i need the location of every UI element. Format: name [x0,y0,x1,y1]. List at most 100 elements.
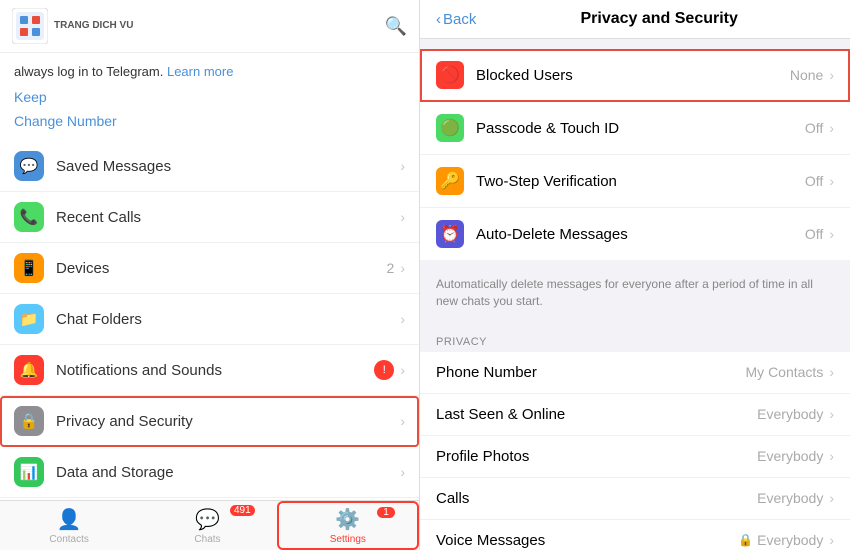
right-item-blocked-users[interactable]: 🚫 Blocked Users None › [420,49,850,102]
saved-messages-label: Saved Messages [56,158,400,175]
chevron-icon: › [400,413,405,429]
blocked-users-value: None [790,67,823,83]
back-label: Back [443,11,476,28]
contacts-nav-icon: 👤 [57,507,82,532]
security-section: 🚫 Blocked Users None › 🟢 Passcode & Touc… [420,49,850,260]
chevron-icon: › [400,260,405,276]
blocked-users-label: Blocked Users [476,67,790,84]
change-number-link[interactable]: Change Number [0,109,419,141]
phone-number-value: My Contacts [746,364,824,380]
nav-container: 👤 Contacts 491 💬 Chats 1 ⚙️ Settings [0,501,419,550]
voice-messages-value: 🔒 Everybody [738,532,823,548]
settings-nav-icon: ⚙️ [335,507,360,532]
privacy-items-list: Phone Number My Contacts › Last Seen & O… [420,352,850,550]
privacy-label: Privacy and Security [56,413,400,430]
auto-delete-icon: ⏰ [436,220,464,248]
auto-delete-value: Off [805,226,823,242]
notifications-icon: 🔔 [14,355,44,385]
privacy-section-header: PRIVACY [420,322,850,352]
two-step-value: Off [805,173,823,189]
chevron-icon: › [829,448,834,464]
back-chevron-icon: ‹ [436,11,441,28]
last-seen-value: Everybody [757,406,823,422]
privacy-item-calls[interactable]: Calls Everybody › [420,478,850,520]
last-seen-label: Last Seen & Online [436,406,757,423]
right-item-auto-delete[interactable]: ⏰ Auto-Delete Messages Off › [420,208,850,260]
chats-nav-label: Chats [194,534,220,545]
chevron-icon: › [400,464,405,480]
passcode-label: Passcode & Touch ID [476,120,805,137]
voice-messages-label: Voice Messages [436,532,738,549]
chevron-icon: › [829,67,834,83]
blocked-users-icon: 🚫 [436,61,464,89]
left-header: TRANG DICH VU 🔍 [0,0,419,53]
chat-folders-icon: 📁 [14,304,44,334]
chevron-icon: › [829,490,834,506]
devices-value: 2 [387,260,395,276]
privacy-section: Phone Number My Contacts › Last Seen & O… [420,352,850,550]
right-header: ‹ Back Privacy and Security [420,0,850,39]
recent-calls-label: Recent Calls [56,209,400,226]
app-logo-icon [12,8,48,44]
menu-item-data-storage[interactable]: 📊 Data and Storage › [0,447,419,498]
data-storage-label: Data and Storage [56,464,400,481]
recent-calls-icon: 📞 [14,202,44,232]
keep-link[interactable]: Keep [0,85,419,109]
menu-item-notifications[interactable]: 🔔 Notifications and Sounds ! › [0,345,419,396]
devices-icon: 📱 [14,253,44,283]
menu-item-appearance[interactable]: 🎨 Appearance › [0,498,419,500]
chevron-icon: › [400,362,405,378]
auto-delete-note: Automatically delete messages for everyo… [420,268,850,322]
devices-label: Devices [56,260,387,277]
right-panel: ‹ Back Privacy and Security 🚫 Blocked Us… [420,0,850,550]
lock-icon: 🔒 [738,533,753,547]
menu-item-devices[interactable]: 📱 Devices 2 › [0,243,419,294]
calls-label: Calls [436,490,757,507]
privacy-item-last-seen[interactable]: Last Seen & Online Everybody › [420,394,850,436]
learn-more-link[interactable]: Learn more [167,64,233,79]
contacts-nav-label: Contacts [49,534,88,545]
nav-item-chats[interactable]: 491 💬 Chats [138,501,276,550]
settings-nav-label: Settings [330,534,366,545]
privacy-item-phone-number[interactable]: Phone Number My Contacts › [420,352,850,394]
menu-item-recent-calls[interactable]: 📞 Recent Calls › [0,192,419,243]
left-content: always log in to Telegram. Learn more Ke… [0,53,419,500]
chevron-icon: › [829,532,834,548]
chevron-icon: › [829,226,834,242]
privacy-icon: 🔒 [14,406,44,436]
chevron-icon: › [400,311,405,327]
chevron-icon: › [400,158,405,174]
chats-nav-icon: 💬 [195,507,220,532]
privacy-item-profile-photos[interactable]: Profile Photos Everybody › [420,436,850,478]
menu-item-saved-messages[interactable]: 💬 Saved Messages › [0,141,419,192]
right-item-two-step[interactable]: 🔑 Two-Step Verification Off › [420,155,850,208]
right-content: 🚫 Blocked Users None › 🟢 Passcode & Touc… [420,39,850,550]
profile-photos-label: Profile Photos [436,448,757,465]
passcode-icon: 🟢 [436,114,464,142]
calls-value: Everybody [757,490,823,506]
top-description: always log in to Telegram. Learn more [0,53,419,85]
profile-photos-value: Everybody [757,448,823,464]
chevron-icon: › [829,364,834,380]
right-item-passcode[interactable]: 🟢 Passcode & Touch ID Off › [420,102,850,155]
back-button[interactable]: ‹ Back [436,11,476,28]
logo-area: TRANG DICH VU [12,8,377,44]
nav-item-settings[interactable]: 1 ⚙️ Settings [277,501,419,550]
passcode-value: Off [805,120,823,136]
notifications-badge: ! [374,360,394,380]
bottom-nav: 👤 Contacts 491 💬 Chats 1 ⚙️ Settings [0,500,419,550]
chat-folders-label: Chat Folders [56,311,400,328]
right-items-list: 🚫 Blocked Users None › 🟢 Passcode & Touc… [420,49,850,260]
phone-number-label: Phone Number [436,364,746,381]
menu-item-privacy[interactable]: 🔒 Privacy and Security › [0,396,419,447]
privacy-item-voice-messages[interactable]: Voice Messages 🔒 Everybody › [420,520,850,550]
nav-item-contacts[interactable]: 👤 Contacts [0,501,138,550]
chats-badge: 491 [230,505,255,516]
right-panel-title: Privacy and Security [484,10,834,28]
two-step-icon: 🔑 [436,167,464,195]
left-panel: TRANG DICH VU 🔍 always log in to Telegra… [0,0,420,550]
chevron-icon: › [829,120,834,136]
search-button[interactable]: 🔍 [385,16,407,37]
menu-item-chat-folders[interactable]: 📁 Chat Folders › [0,294,419,345]
menu-list: 💬 Saved Messages › 📞 Recent Calls › 📱 De… [0,141,419,500]
